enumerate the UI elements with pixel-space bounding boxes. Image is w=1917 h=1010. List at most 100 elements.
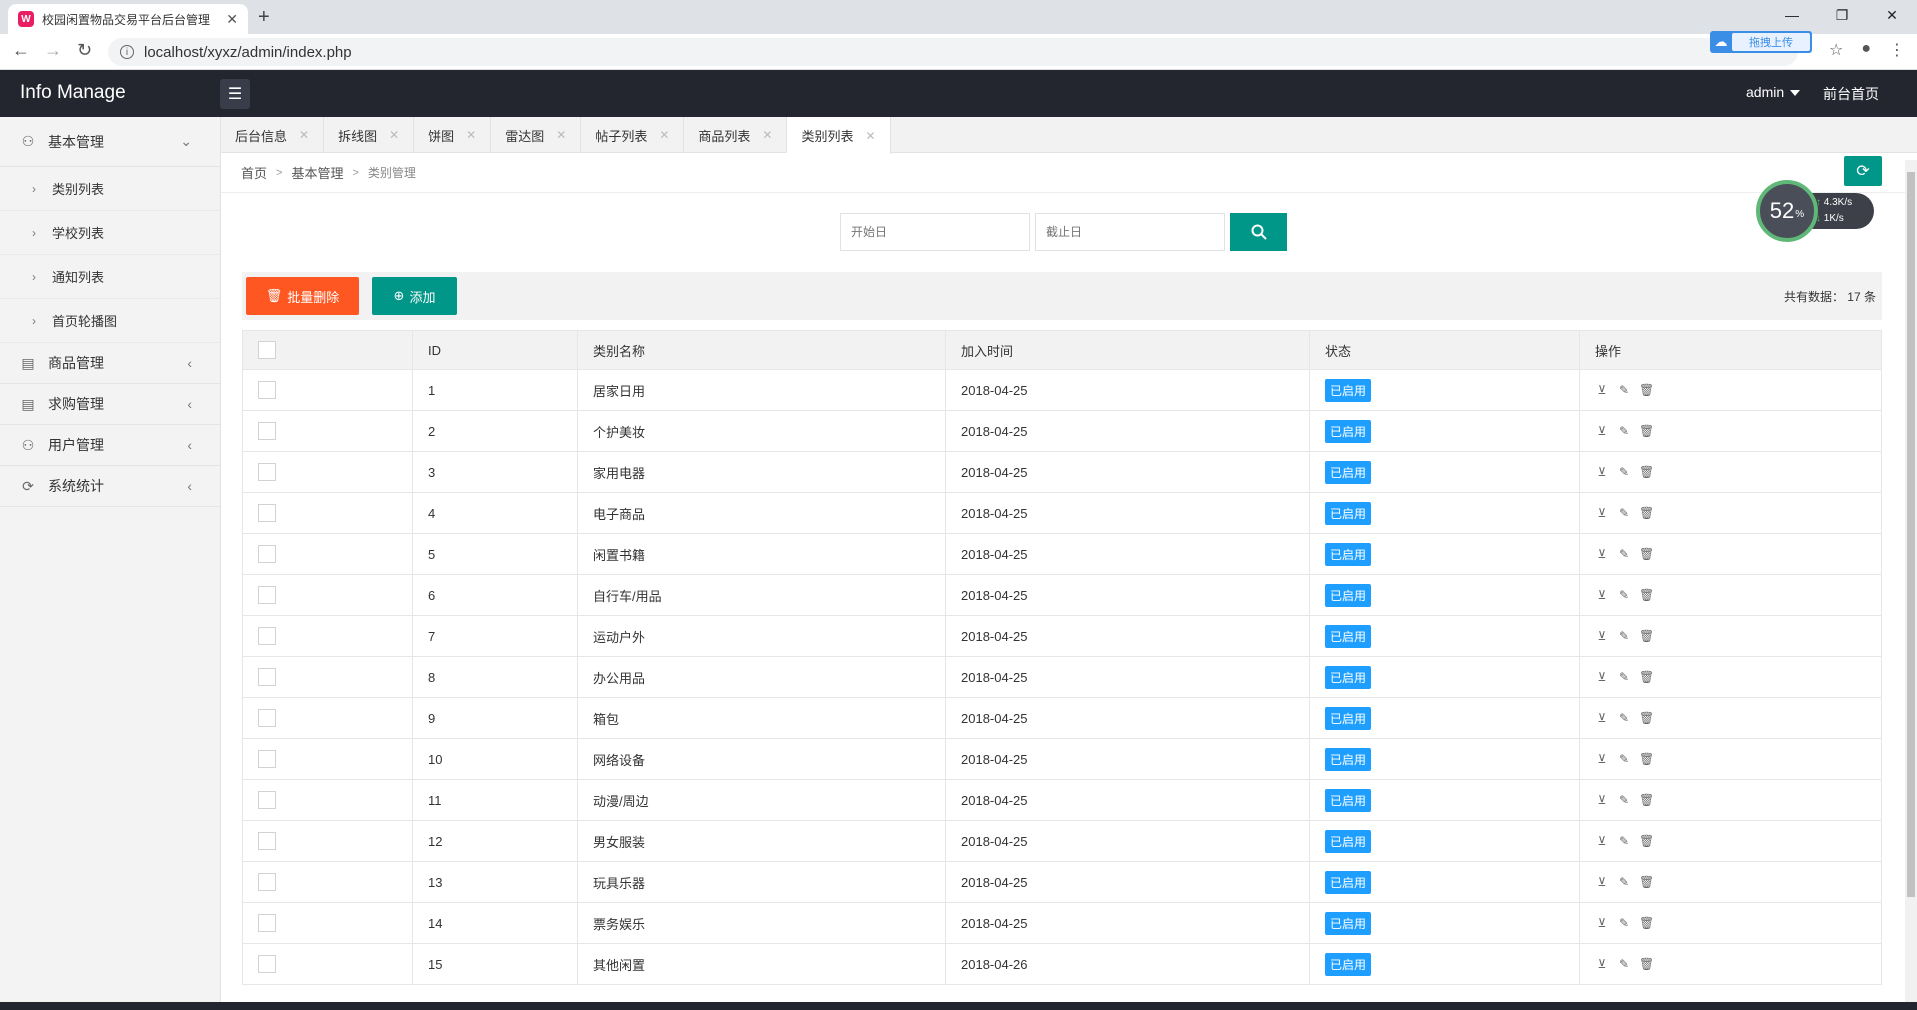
edit-icon[interactable]: ✎ xyxy=(1617,834,1631,848)
select-all-checkbox[interactable] xyxy=(258,341,276,359)
close-icon[interactable]: ✕ xyxy=(762,128,772,142)
row-checkbox[interactable] xyxy=(258,422,276,440)
tab-line-chart[interactable]: 拆线图 ✕ xyxy=(324,117,415,153)
address-bar[interactable]: i localhost/xyxz/admin/index.php xyxy=(108,38,1798,66)
tab-backend-info[interactable]: 后台信息 ✕ xyxy=(221,117,325,153)
delete-icon[interactable]: 🗑 xyxy=(1639,916,1654,930)
delete-icon[interactable]: 🗑 xyxy=(1639,711,1654,725)
download-icon[interactable]: ⊻ xyxy=(1595,711,1609,725)
breadcrumb-home[interactable]: 首页 xyxy=(241,163,267,182)
delete-icon[interactable]: 🗑 xyxy=(1639,629,1654,643)
delete-icon[interactable]: 🗑 xyxy=(1639,465,1654,479)
edit-icon[interactable]: ✎ xyxy=(1617,465,1631,479)
row-checkbox[interactable] xyxy=(258,832,276,850)
reload-icon[interactable]: ↻ xyxy=(77,40,92,61)
edit-icon[interactable]: ✎ xyxy=(1617,547,1631,561)
edit-icon[interactable]: ✎ xyxy=(1617,383,1631,397)
row-checkbox[interactable] xyxy=(258,914,276,932)
end-date-input[interactable] xyxy=(1035,213,1225,251)
close-icon[interactable]: ✕ xyxy=(659,128,669,142)
back-icon[interactable]: ← xyxy=(12,40,30,61)
new-tab-icon[interactable]: + xyxy=(258,6,270,29)
sidebar-group-goods[interactable]: ▤ 商品管理 ‹ xyxy=(0,343,220,384)
row-checkbox[interactable] xyxy=(258,627,276,645)
row-checkbox[interactable] xyxy=(258,668,276,686)
tab-goods-list[interactable]: 商品列表 ✕ xyxy=(684,117,788,153)
sidebar-item-carousel[interactable]: › 首页轮播图 xyxy=(0,299,220,343)
delete-icon[interactable]: 🗑 xyxy=(1639,506,1654,520)
restore-icon[interactable]: ❐ xyxy=(1817,0,1867,30)
forward-icon[interactable]: → xyxy=(44,40,62,61)
download-icon[interactable]: ⊻ xyxy=(1595,670,1609,684)
download-icon[interactable]: ⊻ xyxy=(1595,957,1609,971)
row-checkbox[interactable] xyxy=(258,791,276,809)
download-icon[interactable]: ⊻ xyxy=(1595,424,1609,438)
vertical-scrollbar[interactable] xyxy=(1905,160,1917,1002)
search-button[interactable] xyxy=(1230,213,1287,251)
delete-icon[interactable]: 🗑 xyxy=(1639,383,1654,397)
row-checkbox[interactable] xyxy=(258,750,276,768)
download-icon[interactable]: ⊻ xyxy=(1595,506,1609,520)
sidebar-item-category-list[interactable]: › 类别列表 xyxy=(0,167,220,211)
delete-icon[interactable]: 🗑 xyxy=(1639,588,1654,602)
row-checkbox[interactable] xyxy=(258,463,276,481)
menu-kebab-icon[interactable]: ⋮ xyxy=(1889,40,1905,60)
star-icon[interactable]: ☆ xyxy=(1829,40,1843,60)
download-icon[interactable]: ⊻ xyxy=(1595,547,1609,561)
breadcrumb-basic[interactable]: 基本管理 xyxy=(291,163,343,182)
download-icon[interactable]: ⊻ xyxy=(1595,875,1609,889)
edit-icon[interactable]: ✎ xyxy=(1617,957,1631,971)
download-icon[interactable]: ⊻ xyxy=(1595,752,1609,766)
close-icon[interactable]: ✕ xyxy=(389,128,399,142)
download-icon[interactable]: ⊻ xyxy=(1595,629,1609,643)
sidebar-group-wanted[interactable]: ▤ 求购管理 ‹ xyxy=(0,384,220,425)
profile-icon[interactable]: ● xyxy=(1861,40,1871,60)
edit-icon[interactable]: ✎ xyxy=(1617,629,1631,643)
delete-icon[interactable]: 🗑 xyxy=(1639,547,1654,561)
delete-icon[interactable]: 🗑 xyxy=(1639,875,1654,889)
delete-icon[interactable]: 🗑 xyxy=(1639,752,1654,766)
scrollbar-thumb[interactable] xyxy=(1907,172,1915,897)
sidebar-item-school-list[interactable]: › 学校列表 xyxy=(0,211,220,255)
delete-icon[interactable]: 🗑 xyxy=(1639,957,1654,971)
row-checkbox[interactable] xyxy=(258,955,276,973)
row-checkbox[interactable] xyxy=(258,381,276,399)
row-checkbox[interactable] xyxy=(258,545,276,563)
close-icon[interactable]: ✕ xyxy=(299,128,309,142)
sidebar-group-basic[interactable]: ⚇ 基本管理 ⌄ xyxy=(0,117,220,167)
upload-extension[interactable]: ☁ 拖拽上传 xyxy=(1710,31,1812,53)
row-checkbox[interactable] xyxy=(258,873,276,891)
download-icon[interactable]: ⊻ xyxy=(1595,588,1609,602)
edit-icon[interactable]: ✎ xyxy=(1617,916,1631,930)
download-icon[interactable]: ⊻ xyxy=(1595,834,1609,848)
site-info-icon[interactable]: i xyxy=(120,45,134,59)
edit-icon[interactable]: ✎ xyxy=(1617,793,1631,807)
user-menu[interactable]: admin xyxy=(1746,84,1801,100)
row-checkbox[interactable] xyxy=(258,504,276,522)
sidebar-group-users[interactable]: ⚇ 用户管理 ‹ xyxy=(0,425,220,466)
browser-tab[interactable]: W 校园闲置物品交易平台后台管理 ✕ xyxy=(8,4,248,34)
edit-icon[interactable]: ✎ xyxy=(1617,506,1631,520)
edit-icon[interactable]: ✎ xyxy=(1617,875,1631,889)
frontend-home-link[interactable]: 前台首页 xyxy=(1823,84,1879,104)
download-icon[interactable]: ⊻ xyxy=(1595,383,1609,397)
edit-icon[interactable]: ✎ xyxy=(1617,711,1631,725)
sidebar-item-notice-list[interactable]: › 通知列表 xyxy=(0,255,220,299)
add-button[interactable]: ⊕ 添加 xyxy=(372,277,457,315)
start-date-input[interactable] xyxy=(840,213,1030,251)
minimize-icon[interactable]: — xyxy=(1767,0,1817,30)
row-checkbox[interactable] xyxy=(258,709,276,727)
close-icon[interactable]: ✕ xyxy=(466,128,476,142)
menu-toggle-icon[interactable]: ☰ xyxy=(220,79,250,109)
tab-pie-chart[interactable]: 饼图 ✕ xyxy=(414,117,492,153)
delete-icon[interactable]: 🗑 xyxy=(1639,424,1654,438)
delete-icon[interactable]: 🗑 xyxy=(1639,793,1654,807)
close-icon[interactable]: ✕ xyxy=(556,128,566,142)
close-window-icon[interactable]: ✕ xyxy=(1867,0,1917,30)
tab-post-list[interactable]: 帖子列表 ✕ xyxy=(581,117,685,153)
edit-icon[interactable]: ✎ xyxy=(1617,670,1631,684)
batch-delete-button[interactable]: 🗑 批量删除 xyxy=(246,277,359,315)
delete-icon[interactable]: 🗑 xyxy=(1639,670,1654,684)
tab-category-list[interactable]: 类别列表 ✕ xyxy=(787,117,891,154)
tab-radar-chart[interactable]: 雷达图 ✕ xyxy=(491,117,582,153)
